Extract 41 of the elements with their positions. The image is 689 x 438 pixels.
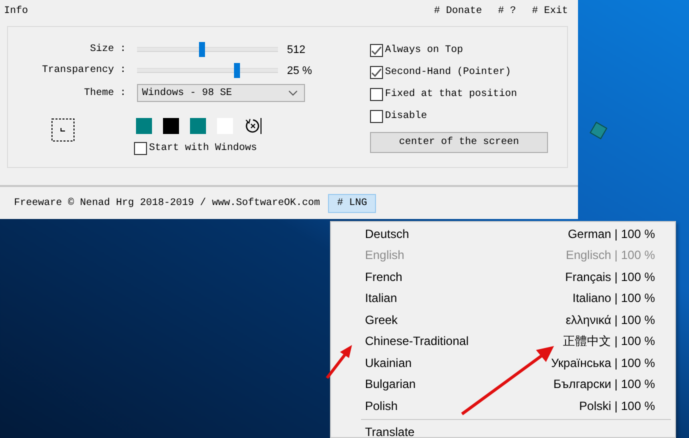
center-screen-button[interactable]: center of the screen <box>370 132 548 153</box>
menu-link[interactable]: # Donate <box>434 6 482 26</box>
language-menu-item[interactable]: French Français | 100 % <box>331 266 675 288</box>
language-button[interactable]: # LNG <box>328 194 376 212</box>
option-checkbox[interactable]: Fixed at that position <box>370 83 548 105</box>
language-menu-item[interactable]: Polish Polski | 100 % <box>331 395 675 416</box>
option-checkbox[interactable]: Second-Hand (Pointer) <box>370 61 548 83</box>
option-checkbox[interactable]: Always on Top <box>370 39 548 61</box>
reset-icon[interactable] <box>244 117 262 135</box>
theme-label: Theme : <box>82 88 127 98</box>
slider-label: Size : <box>88 44 127 55</box>
language-menu-item[interactable]: Italian Italiano | 100 % <box>331 288 675 309</box>
color-swatch[interactable] <box>190 118 206 134</box>
language-menu-item[interactable]: Greek ελληνικά | 100 % <box>331 309 675 330</box>
chevron-down-icon <box>288 90 298 96</box>
slider-value: 512 <box>287 44 306 56</box>
slider-thumb[interactable] <box>198 42 205 57</box>
theme-dropdown[interactable]: Windows - 98 SE <box>137 84 305 102</box>
language-menu-item[interactable]: Chinese-Traditional 正體中文 | 100 % <box>331 330 675 352</box>
dotted-square-icon <box>50 117 76 143</box>
checkbox[interactable] <box>134 142 147 154</box>
checkbox[interactable] <box>370 110 383 122</box>
slider-thumb[interactable] <box>234 63 240 78</box>
slider-label: Transparency : <box>40 65 127 76</box>
language-menu-item[interactable]: Deutsch German | 100 % <box>331 223 675 244</box>
translate-menu-item[interactable]: Translate <box>331 422 675 438</box>
menu-link[interactable]: # Exit <box>532 6 568 26</box>
slider-value: 25 % <box>287 64 312 76</box>
color-swatch[interactable] <box>163 118 179 134</box>
checkbox[interactable] <box>370 44 383 56</box>
option-checkbox[interactable]: Disable <box>370 105 548 127</box>
checkbox[interactable] <box>370 88 383 100</box>
language-menu-item[interactable]: Ukainian Українська | 100 % <box>331 352 675 374</box>
start-with-windows-checkbox[interactable]: Start with Windows <box>134 137 363 159</box>
copyright-text: Freeware © Nenad Hrg 2018-2019 / www.SoftwareOK.com <box>14 198 320 208</box>
checkbox[interactable] <box>370 66 383 78</box>
color-swatch[interactable] <box>136 118 152 134</box>
arrow-annotation <box>325 344 355 380</box>
language-menu-item[interactable]: Bulgarian Български | 100 % <box>331 374 675 395</box>
menu-link[interactable]: # ? <box>498 6 516 26</box>
window-title: Info <box>4 6 28 19</box>
